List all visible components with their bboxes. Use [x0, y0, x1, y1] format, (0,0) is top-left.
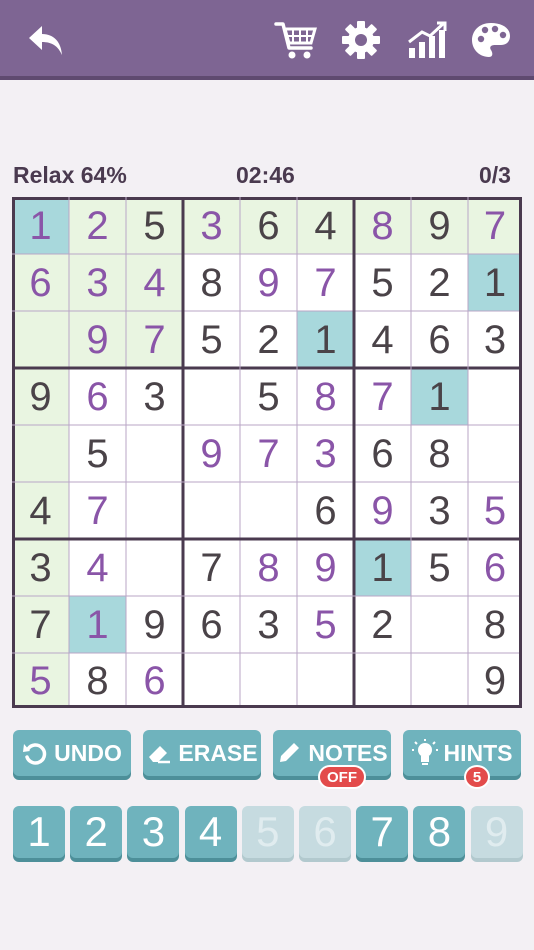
pencil-icon — [280, 743, 300, 762]
grid-lines — [12, 197, 522, 708]
eraser-icon — [149, 746, 171, 764]
number-key-2[interactable]: 2 — [70, 806, 123, 858]
number-key-3[interactable]: 3 — [127, 806, 180, 858]
number-key-5[interactable]: 5 — [241, 806, 294, 858]
hints-count-badge: 5 — [464, 765, 490, 789]
undo-icon — [23, 743, 47, 765]
undo-label: UNDO — [54, 739, 122, 766]
number-key-1[interactable]: 1 — [13, 806, 65, 858]
mistakes-counter: 0/3 — [479, 162, 511, 188]
hints-label: HINTS — [443, 739, 513, 766]
sudoku-board: 1253648976348975219752146396358715973684… — [12, 197, 522, 708]
notes-status-badge: OFF — [318, 765, 366, 789]
palette-icon[interactable] — [470, 20, 512, 60]
difficulty-label: Relax 64% — [13, 162, 127, 188]
back-arrow-icon[interactable] — [26, 22, 66, 58]
number-key-6[interactable]: 6 — [299, 806, 351, 858]
lightbulb-icon — [411, 739, 438, 765]
number-key-9[interactable]: 9 — [470, 806, 523, 858]
undo-button[interactable]: UNDO — [13, 730, 131, 776]
number-key-7[interactable]: 7 — [356, 806, 409, 858]
cart-icon[interactable] — [274, 20, 318, 60]
stats-chart-icon[interactable] — [406, 20, 448, 60]
notes-label: NOTES — [308, 739, 388, 766]
erase-button[interactable]: ERASE — [143, 730, 261, 776]
timer: 02:46 — [236, 162, 295, 188]
hints-button[interactable]: HINTS — [403, 730, 521, 776]
number-key-4[interactable]: 4 — [184, 806, 237, 858]
erase-label: ERASE — [178, 739, 258, 766]
gear-icon[interactable] — [341, 20, 381, 60]
number-key-8[interactable]: 8 — [413, 806, 466, 858]
top-bar — [0, 0, 534, 80]
